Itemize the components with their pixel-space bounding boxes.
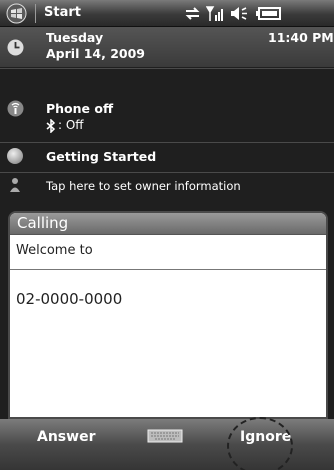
owner-info-label: Tap here to set owner information	[46, 179, 241, 193]
date-full: April 14, 2009	[46, 46, 145, 61]
owner-icon	[10, 178, 20, 192]
phone-icon	[7, 100, 24, 117]
date-time-row[interactable]: Tuesday April 14, 2009 11:40 PM	[0, 27, 334, 67]
title-separator	[35, 4, 36, 23]
caller-message: Welcome to	[16, 243, 93, 258]
keyboard-icon[interactable]	[147, 429, 183, 443]
divider	[0, 68, 334, 69]
bluetooth-icon	[46, 119, 56, 133]
clock-time: 11:40 PM	[268, 30, 334, 45]
signal-icon[interactable]	[206, 5, 226, 22]
phone-off-status: : Off	[58, 118, 84, 132]
clock-icon	[7, 39, 24, 56]
start-menu-title[interactable]: Start	[44, 5, 81, 20]
dialog-divider	[10, 269, 326, 270]
highlight-circle	[227, 417, 293, 470]
dialog-title-bar: Calling	[10, 213, 326, 235]
windows-logo-icon[interactable]	[6, 3, 27, 24]
owner-info-row[interactable]: Tap here to set owner information	[0, 173, 334, 199]
battery-icon[interactable]	[256, 5, 282, 22]
dialog-title: Calling	[17, 214, 69, 232]
calling-dialog: Calling Welcome to 02-0000-0000	[8, 211, 328, 419]
caller-number: 02-0000-0000	[16, 290, 123, 308]
getting-started-row[interactable]: Getting Started	[0, 143, 334, 171]
device-screen: Start Tuesday April 14, 2009 11:40 PM Ph…	[0, 0, 334, 470]
getting-started-label: Getting Started	[46, 149, 157, 164]
date-weekday: Tuesday	[46, 30, 104, 45]
connectivity-icon[interactable]	[184, 5, 201, 22]
phone-status-row[interactable]: Phone off : Off	[0, 97, 334, 141]
volume-icon[interactable]	[230, 5, 250, 22]
answer-softkey[interactable]: Answer	[37, 429, 95, 445]
title-bar: Start	[0, 0, 334, 27]
phone-off-title: Phone off	[46, 101, 114, 116]
getting-started-icon	[7, 148, 23, 164]
